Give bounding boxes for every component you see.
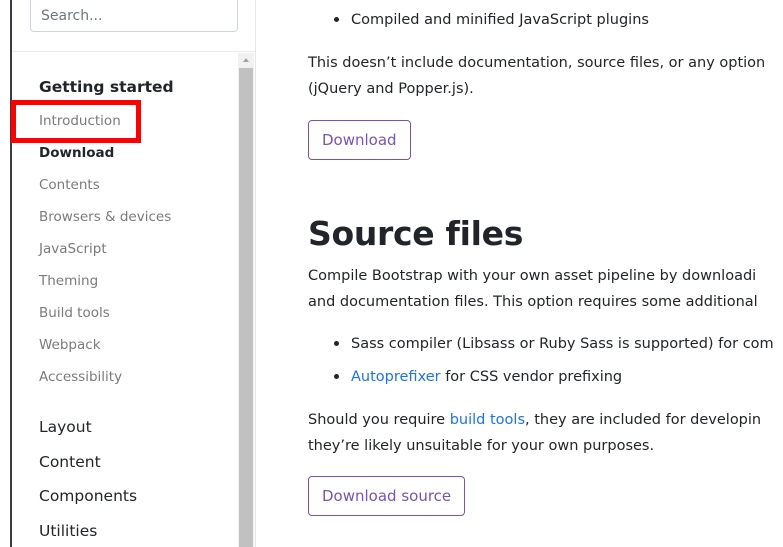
sidebar-group-components[interactable]: Components [39,487,137,505]
sidebar-item-theming[interactable]: Theming [39,273,98,289]
paragraph-line: This doesn’t include documentation, sour… [308,55,766,71]
sidebar-item-javascript[interactable]: JavaScript [39,241,107,257]
search-divider [12,51,255,52]
sidebar-item-introduction[interactable]: Introduction [39,113,121,129]
paragraph-text: , they are included for developin [525,412,762,428]
main-content: Compiled and minified JavaScript plugins… [256,0,783,547]
list-item: Compiled and minified JavaScript plugins [351,12,649,28]
paragraph-line: Compile Bootstrap with your own asset pi… [308,268,757,284]
bullet-icon [334,374,339,379]
paragraph-line: and documentation files. This option req… [308,294,758,310]
build-tools-link[interactable]: build tools [450,412,525,428]
download-button[interactable]: Download [308,120,411,160]
scroll-up-arrow-icon[interactable] [243,58,249,62]
paragraph-line: Should you require build tools, they are… [308,410,761,430]
autoprefixer-link[interactable]: Autoprefixer [351,369,441,385]
bullet-icon [334,341,339,346]
list-item: Autoprefixer for CSS vendor prefixing [351,367,622,387]
sidebar-group-layout[interactable]: Layout [39,418,92,436]
list-item-text: for CSS vendor prefixing [440,369,623,385]
bullet-icon [334,17,339,22]
sidebar-group-content[interactable]: Content [39,453,101,471]
list-item: Sass compiler (Libsass or Ruby Sass is s… [351,336,774,352]
paragraph-line: they’re likely unsuitable for your own p… [308,438,655,454]
section-heading-source-files: Source files [308,214,524,253]
sidebar-scrollbar-thumb[interactable] [239,68,253,547]
sidebar-group-utilities[interactable]: Utilities [39,522,97,540]
sidebar-item-accessibility[interactable]: Accessibility [39,369,122,385]
sidebar-item-browsers-devices[interactable]: Browsers & devices [39,209,171,225]
sidebar-item-download[interactable]: Download [39,145,114,161]
sidebar-item-webpack[interactable]: Webpack [39,337,101,353]
sidebar-group-getting-started[interactable]: Getting started [39,78,174,96]
paragraph-line: (jQuery and Popper.js). [308,81,474,97]
page: Getting started Introduction Download Co… [0,0,783,547]
download-source-button[interactable]: Download source [308,476,466,516]
paragraph-text: Should you require [308,412,450,428]
search-input[interactable] [30,0,238,32]
sidebar-item-build-tools[interactable]: Build tools [39,305,110,321]
sidebar-item-contents[interactable]: Contents [39,177,100,193]
